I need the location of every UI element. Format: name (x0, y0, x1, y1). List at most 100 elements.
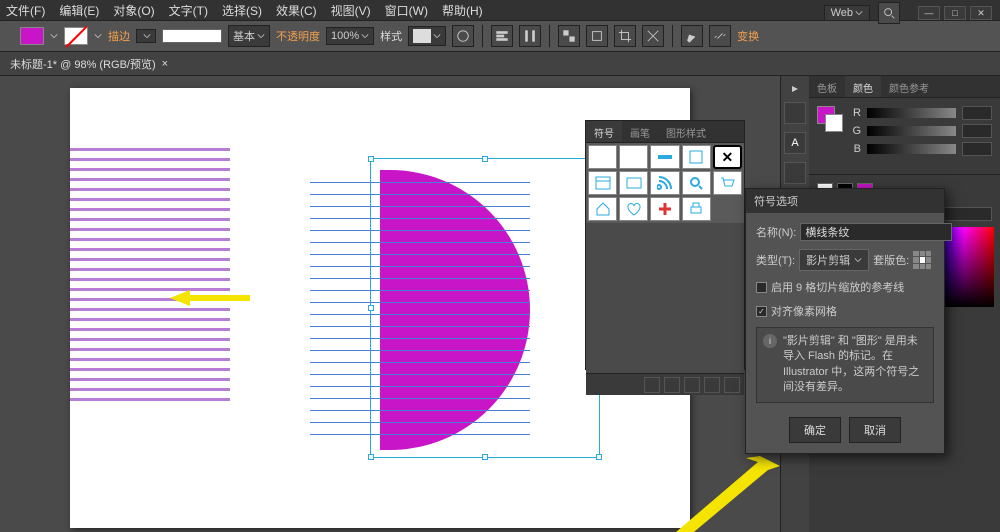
dialog-info: i "影片剪辑" 和 "图形" 是用未导入 Flash 的标记。在 Illust… (756, 327, 934, 403)
menu-view[interactable]: 视图(V) (331, 2, 371, 19)
b-value[interactable] (962, 142, 992, 156)
align-pixel-checkbox[interactable]: ✓ (756, 306, 767, 317)
options-bar: 描边 基本 不透明度 100% 样式 变换 (0, 20, 1000, 52)
menu-object[interactable]: 对象(O) (113, 2, 154, 19)
opacity-label[interactable]: 不透明度 (276, 28, 320, 44)
document-title: 未标题-1* @ 98% (RGB/预览) (10, 56, 156, 72)
chevron-down-icon[interactable] (50, 32, 58, 40)
workspace-label: Web (831, 7, 853, 19)
color-panel: R G B (809, 98, 1000, 175)
expand-icon[interactable] (790, 84, 800, 94)
styles-label: 样式 (380, 28, 402, 44)
edit-symbol-button[interactable] (681, 25, 703, 47)
search-icon[interactable] (878, 2, 900, 24)
symbol-home-icon[interactable] (588, 197, 617, 221)
dock-para-icon[interactable] (784, 162, 806, 184)
chevron-down-icon[interactable] (94, 32, 102, 40)
symbol-place-button[interactable] (644, 377, 660, 393)
align-button[interactable] (491, 25, 513, 47)
workspace-selector[interactable]: Web (824, 5, 870, 21)
transform-link[interactable]: 变换 (737, 28, 759, 44)
menu-select[interactable]: 选择(S) (222, 2, 262, 19)
menu-effect[interactable]: 效果(C) (276, 2, 317, 19)
slice-guides-label: 启用 9 格切片缩放的参考线 (771, 279, 904, 295)
symbol-search-icon[interactable] (682, 171, 711, 195)
menu-window[interactable]: 窗口(W) (385, 2, 428, 19)
symbol-footer (586, 373, 744, 395)
r-value[interactable] (962, 106, 992, 120)
symbol-thumb[interactable] (588, 145, 617, 169)
slice-guides-checkbox[interactable] (756, 282, 767, 293)
tab-close-icon[interactable]: × (162, 58, 168, 70)
brush-style-select[interactable]: 基本 (228, 25, 270, 47)
dialog-info-text: "影片剪辑" 和 "图形" 是用未导入 Flash 的标记。在 Illustra… (783, 334, 927, 396)
info-icon: i (763, 334, 777, 348)
registration-grid[interactable] (913, 251, 931, 269)
symbol-name-input[interactable] (800, 223, 952, 241)
symbol-grid: ✕ (586, 143, 744, 223)
graphic-style-select[interactable] (408, 26, 446, 46)
type-label: 类型(T): (756, 252, 795, 268)
tab-swatches[interactable]: 色板 (809, 76, 845, 97)
dock-type-icon[interactable]: A (784, 132, 806, 154)
break-link-button[interactable] (709, 25, 731, 47)
fill-swatch[interactable] (20, 27, 44, 45)
symbol-thumb[interactable] (682, 145, 711, 169)
symbol-thumb[interactable] (650, 145, 679, 169)
symbol-new-button[interactable] (704, 377, 720, 393)
document-tab[interactable]: 未标题-1* @ 98% (RGB/预览) × (0, 52, 1000, 76)
stroke-profile[interactable] (162, 29, 222, 43)
align-pixel-label: 对齐像素网格 (771, 303, 837, 319)
symbol-break-button[interactable] (664, 377, 680, 393)
color-panel-tabs: 色板 颜色 颜色参考 (809, 76, 1000, 98)
chevron-down-icon (855, 9, 863, 17)
dock-color-icon[interactable] (784, 102, 806, 124)
symbol-rss-icon[interactable] (650, 171, 679, 195)
tab-color[interactable]: 颜色 (845, 76, 881, 97)
slice-button[interactable] (642, 25, 664, 47)
ok-button[interactable]: 确定 (789, 417, 841, 443)
symbol-plus-icon[interactable] (650, 197, 679, 221)
window-minimize-button[interactable]: — (918, 6, 940, 20)
distribute-button[interactable] (519, 25, 541, 47)
chevron-down-icon (854, 256, 862, 264)
menu-help[interactable]: 帮助(H) (442, 2, 483, 19)
symbol-close-icon[interactable]: ✕ (713, 145, 742, 169)
menu-file[interactable]: 文件(F) (6, 2, 45, 19)
tab-brushes[interactable]: 画笔 (622, 121, 658, 142)
dialog-title: 符号选项 (746, 189, 944, 213)
registration-label: 套版色: (873, 252, 909, 268)
isolate-button[interactable] (586, 25, 608, 47)
window-close-button[interactable]: ✕ (970, 6, 992, 20)
tab-graphic-styles[interactable]: 图形样式 (658, 121, 714, 142)
stripes-symbol-instance[interactable] (70, 148, 230, 408)
stroke-swatch-none[interactable] (64, 27, 88, 45)
window-maximize-button[interactable]: □ (944, 6, 966, 20)
g-value[interactable] (962, 124, 992, 138)
symbol-type-select[interactable]: 影片剪辑 (799, 249, 869, 271)
symbol-thumb[interactable] (619, 145, 648, 169)
selection-bounding-box[interactable] (370, 158, 600, 458)
symbol-cart-icon[interactable] (713, 171, 742, 195)
stroke-label[interactable]: 描边 (108, 28, 130, 44)
symbol-print-icon[interactable] (682, 197, 711, 221)
title-right: Web — □ ✕ (824, 2, 992, 24)
opacity-input[interactable]: 100% (326, 27, 374, 45)
symbol-film-icon[interactable] (619, 171, 648, 195)
symbol-thumb[interactable] (713, 197, 742, 221)
crop-button[interactable] (614, 25, 636, 47)
stroke-weight-input[interactable] (136, 29, 156, 43)
symbol-options-button[interactable] (684, 377, 700, 393)
symbol-delete-button[interactable] (724, 377, 740, 393)
symbol-body[interactable] (586, 223, 744, 373)
tab-symbols[interactable]: 符号 (586, 121, 622, 142)
cancel-button[interactable]: 取消 (849, 417, 901, 443)
recolor-icon[interactable] (452, 25, 474, 47)
menu-text[interactable]: 文字(T) (169, 2, 208, 19)
menu-edit[interactable]: 编辑(E) (59, 2, 99, 19)
symbols-panel: 符号 画笔 图形样式 ✕ (585, 120, 745, 370)
symbol-calendar-icon[interactable] (588, 171, 617, 195)
symbol-heart-icon[interactable] (619, 197, 648, 221)
tab-color-guide[interactable]: 颜色参考 (881, 76, 937, 97)
symbol-button[interactable] (558, 25, 580, 47)
